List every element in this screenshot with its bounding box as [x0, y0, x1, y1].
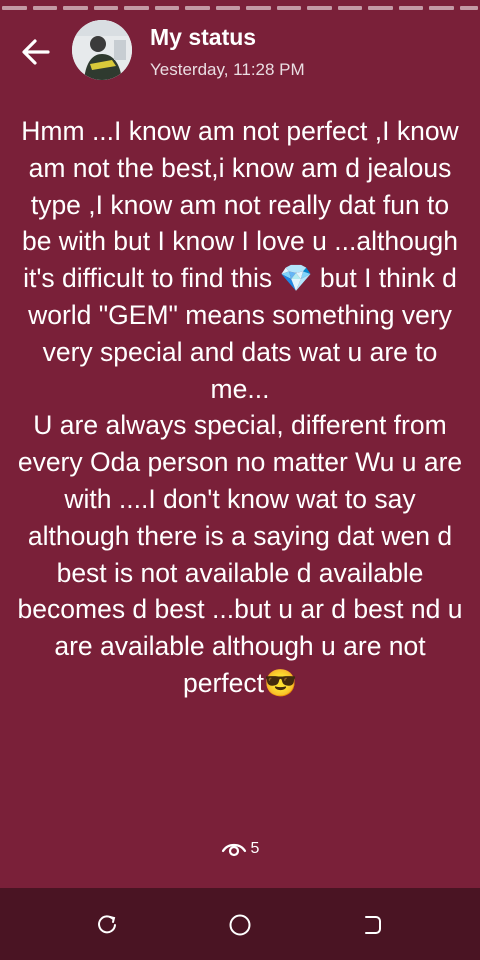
avatar-image [72, 20, 132, 80]
views-counter[interactable]: 5 [0, 840, 480, 858]
arrow-left-icon [22, 39, 50, 65]
views-count: 5 [250, 840, 260, 857]
progress-segment [307, 6, 332, 10]
progress-segment [459, 6, 478, 10]
progress-segment [398, 6, 424, 10]
progress-segment [215, 6, 241, 10]
status-text: Hmm ...I know am not perfect ,I know am … [17, 116, 463, 698]
progress-segment [368, 6, 393, 10]
system-navigation-bar [0, 888, 480, 960]
back-nav-icon [365, 916, 381, 934]
progress-segment [276, 6, 302, 10]
progress-segment [154, 6, 180, 10]
progress-segment [124, 6, 149, 10]
nav-back-button[interactable] [360, 912, 386, 938]
status-owner-name: My status [150, 24, 257, 50]
recent-apps-icon [98, 915, 116, 934]
status-progress-bar [0, 6, 480, 12]
status-header: My status Yesterday, 11:28 PM [0, 18, 480, 82]
nav-recent-button[interactable] [94, 912, 120, 938]
progress-segment [32, 6, 58, 10]
back-button[interactable] [16, 32, 56, 72]
eye-icon [221, 843, 246, 857]
nav-home-button[interactable] [227, 912, 253, 938]
progress-segment [185, 6, 210, 10]
progress-segment [63, 6, 88, 10]
progress-segment [429, 6, 454, 10]
progress-segment [337, 6, 363, 10]
home-icon [229, 914, 251, 936]
progress-segment [2, 6, 27, 10]
status-timestamp: Yesterday, 11:28 PM [150, 60, 305, 79]
avatar[interactable] [72, 20, 132, 80]
progress-segment [93, 6, 119, 10]
progress-segment [246, 6, 271, 10]
